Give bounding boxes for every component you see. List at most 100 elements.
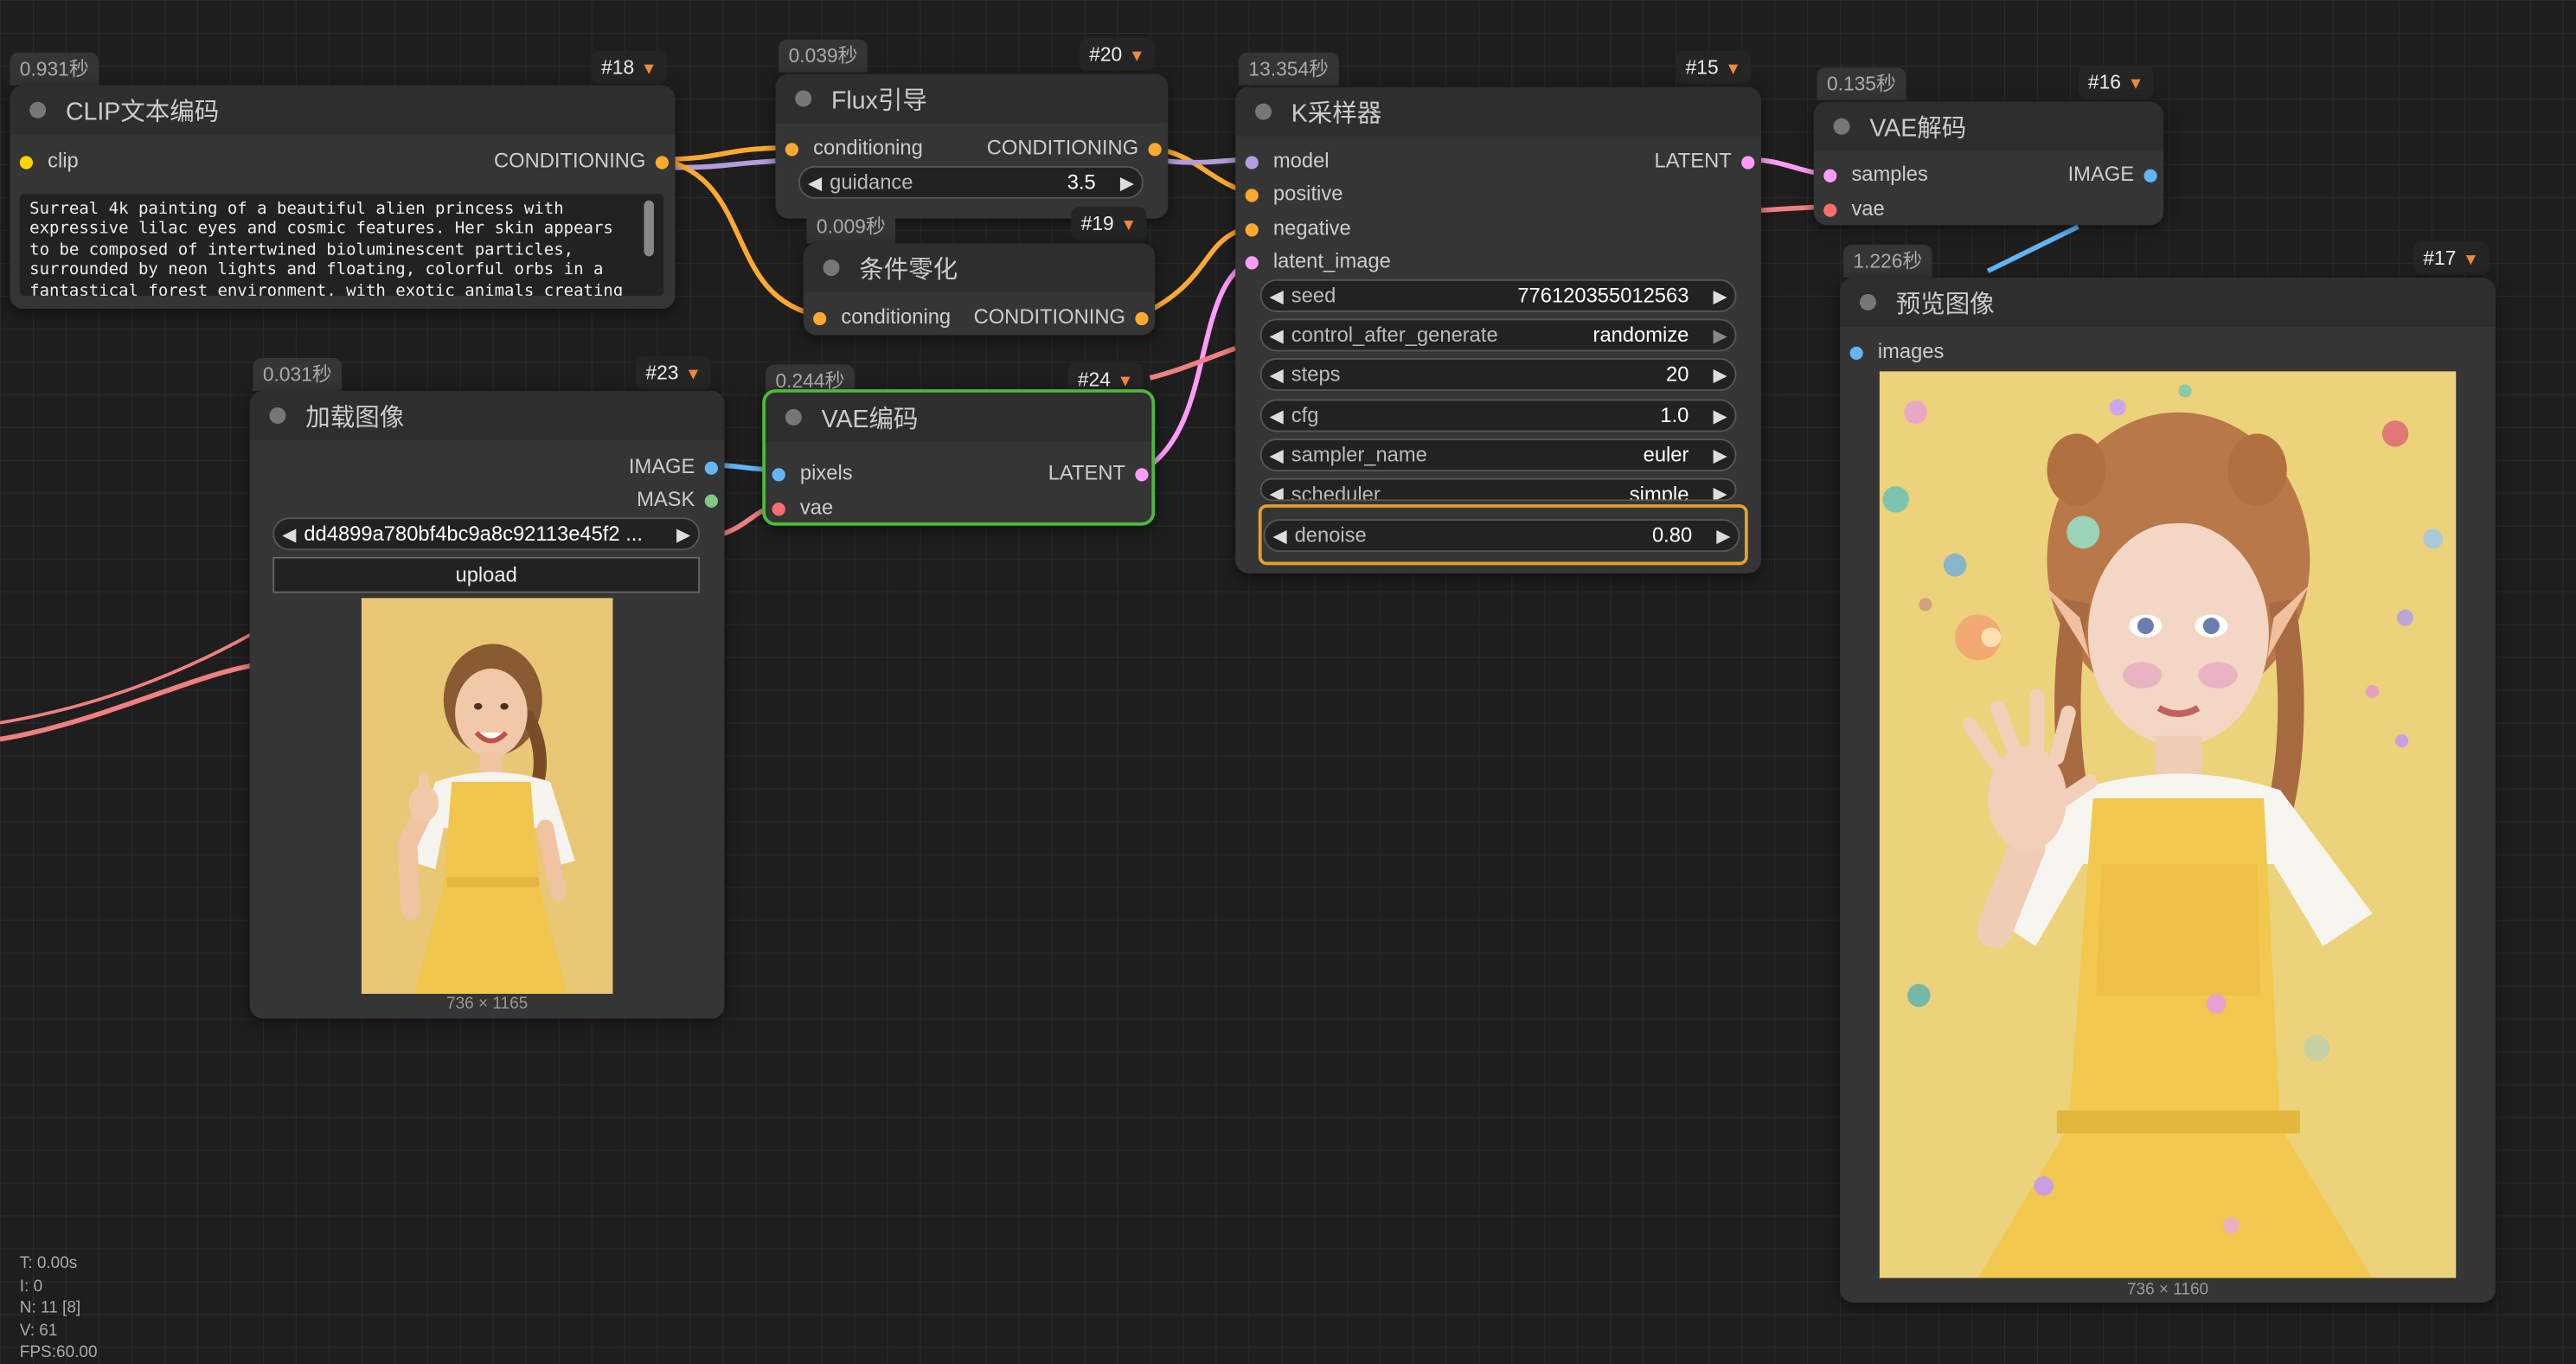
clip-output-slot[interactable]: CONDITIONING [494,148,669,174]
latent-output-dot[interactable] [1741,155,1755,170]
graph-canvas[interactable]: 0.931秒 #18 ▼ CLIP文本编码 clip CONDITIONING S… [0,0,2576,1361]
fox-icon: ▼ [1120,216,1137,235]
mask-output-dot[interactable] [704,494,718,508]
control-after-generate-widget[interactable]: ◀ control_after_generate randomize ▶ [1259,318,1737,352]
load-mask-output-slot[interactable]: MASK [637,486,718,512]
vaeenc-output-slot[interactable]: LATENT [1048,460,1149,486]
vaedec-vae-slot[interactable]: vae [1823,195,1885,221]
ks-node-header[interactable]: K采样器 [1235,86,1761,137]
next-arrow-icon[interactable]: ▶ [1705,445,1734,466]
steps-widget[interactable]: ◀ steps 20 ▶ [1259,358,1737,392]
prev-arrow-icon[interactable]: ◀ [1262,483,1291,499]
ks-latent-slot[interactable]: latent_image [1245,248,1391,274]
image-output-dot[interactable] [2143,169,2157,183]
collapse-dot-icon[interactable] [1833,118,1850,135]
denoise-widget[interactable]: ◀ denoise 0.80 ▶ [1263,519,1740,553]
image-output-dot[interactable] [704,461,718,475]
next-arrow-icon[interactable]: ▶ [1705,483,1734,499]
flux-guidance-node[interactable]: Flux引导 conditioning CONDITIONING ◀ guida… [775,74,1169,219]
flux-node-header[interactable]: Flux引导 [775,74,1169,124]
zero-output-slot[interactable]: CONDITIONING [974,304,1149,330]
prev-arrow-icon[interactable]: ◀ [1262,324,1291,346]
decrement-arrow-icon[interactable]: ◀ [1262,285,1291,306]
preview-image-node[interactable]: 预览图像 images 736 × 1160 [1840,277,2496,1303]
prev-arrow-icon[interactable]: ◀ [1262,445,1291,466]
upload-button[interactable]: upload [272,556,701,593]
ks-output-slot[interactable]: LATENT [1655,148,1755,174]
zero-input-dot[interactable] [813,311,827,325]
seed-widget[interactable]: ◀ seed 776120355012563 ▶ [1259,279,1737,312]
clip-input-dot[interactable] [19,155,33,170]
vae-decode-node[interactable]: VAE解码 samples vae IMAGE [1813,101,2164,226]
flux-output-dot[interactable] [1148,142,1162,156]
preview-node-header[interactable]: 预览图像 [1840,277,2496,327]
pixels-input-dot[interactable] [772,467,785,481]
load-image-output-slot[interactable]: IMAGE [629,453,718,479]
clip-input-slot[interactable]: clip [19,148,79,174]
ks-model-slot[interactable]: model [1245,148,1330,174]
ks-positive-slot[interactable]: positive [1245,181,1342,207]
decrement-arrow-icon[interactable]: ◀ [1262,405,1291,426]
zero-input-slot[interactable]: conditioning [813,304,951,330]
vaedec-output-slot[interactable]: IMAGE [2068,161,2157,187]
vaeenc-vae-slot[interactable]: vae [772,495,833,521]
vaedec-samples-slot[interactable]: samples [1823,161,1928,187]
increment-arrow-icon[interactable]: ▶ [1705,405,1734,426]
increment-arrow-icon[interactable]: ▶ [1708,525,1738,547]
ksampler-node[interactable]: K采样器 model positive negative latent_imag… [1235,86,1761,573]
collapse-dot-icon[interactable] [29,101,47,118]
vae-input-dot[interactable] [1823,202,1837,217]
sampler-name-widget[interactable]: ◀ sampler_name euler ▶ [1259,439,1737,472]
conditioning-zero-out-node[interactable]: 条件零化 conditioning CONDITIONING [803,243,1156,336]
guidance-widget[interactable]: ◀ guidance 3.5 ▶ [798,165,1144,199]
increment-arrow-icon[interactable]: ▶ [1705,364,1734,386]
vae-input-dot[interactable] [772,502,785,516]
prompt-scrollbar[interactable] [644,200,654,257]
flux-output-slot[interactable]: CONDITIONING [987,135,1162,161]
increment-arrow-icon[interactable]: ▶ [1112,171,1142,193]
prompt-textarea[interactable]: Surreal 4k painting of a beautiful alien… [19,194,664,296]
vaeenc-output-label: LATENT [1048,461,1125,485]
flux-input-dot[interactable] [785,142,799,156]
preview-images-slot[interactable]: images [1849,338,1944,364]
latent-output-dot[interactable] [1135,467,1149,481]
ks-node-title: K采样器 [1291,99,1382,128]
zero-node-header[interactable]: 条件零化 [803,243,1156,293]
ks-output-label: LATENT [1654,149,1732,173]
decrement-arrow-icon[interactable]: ◀ [1265,525,1294,547]
next-arrow-icon[interactable]: ▶ [669,523,698,545]
load-node-header[interactable]: 加载图像 [249,391,725,440]
collapse-dot-icon[interactable] [1859,293,1876,311]
collapse-dot-icon[interactable] [795,90,812,107]
flux-input-slot[interactable]: conditioning [785,135,923,161]
vae-encode-node[interactable]: VAE编码 pixels vae LATENT [762,389,1156,526]
collapse-dot-icon[interactable] [269,407,286,425]
next-arrow-icon[interactable]: ▶ [1705,324,1734,346]
collapse-dot-icon[interactable] [1255,103,1272,120]
clip-text-encode-node[interactable]: CLIP文本编码 clip CONDITIONING Surreal 4k pa… [10,85,676,310]
model-input-dot[interactable] [1245,155,1259,170]
clip-node-header[interactable]: CLIP文本编码 [10,85,676,135]
increment-arrow-icon[interactable]: ▶ [1705,285,1734,306]
scheduler-widget[interactable]: ◀ scheduler simple ▶ [1259,477,1737,502]
clip-output-dot[interactable] [655,155,669,170]
collapse-dot-icon[interactable] [785,408,802,426]
load-image-node[interactable]: 加载图像 IMAGE MASK ◀ dd4899a780bf4bc9a8c921… [249,391,725,1019]
vaeenc-node-header[interactable]: VAE编码 [766,392,1152,442]
prev-arrow-icon[interactable]: ◀ [274,523,304,545]
image-file-select[interactable]: ◀ dd4899a780bf4bc9a8c92113e45f2 ... ▶ [272,517,701,551]
cfg-widget[interactable]: ◀ cfg 1.0 ▶ [1259,399,1737,432]
wire-clip-flux [662,145,789,163]
samples-input-dot[interactable] [1823,169,1837,183]
negative-input-dot[interactable] [1245,222,1259,236]
latent-input-dot[interactable] [1245,255,1259,269]
vaedec-node-header[interactable]: VAE解码 [1813,101,2164,151]
vaeenc-pixels-slot[interactable]: pixels [772,460,853,486]
positive-input-dot[interactable] [1245,188,1259,202]
decrement-arrow-icon[interactable]: ◀ [800,171,830,193]
zero-output-dot[interactable] [1135,311,1149,325]
decrement-arrow-icon[interactable]: ◀ [1262,364,1291,386]
images-input-dot[interactable] [1849,346,1863,360]
collapse-dot-icon[interactable] [823,259,840,277]
ks-negative-slot[interactable]: negative [1245,215,1351,241]
